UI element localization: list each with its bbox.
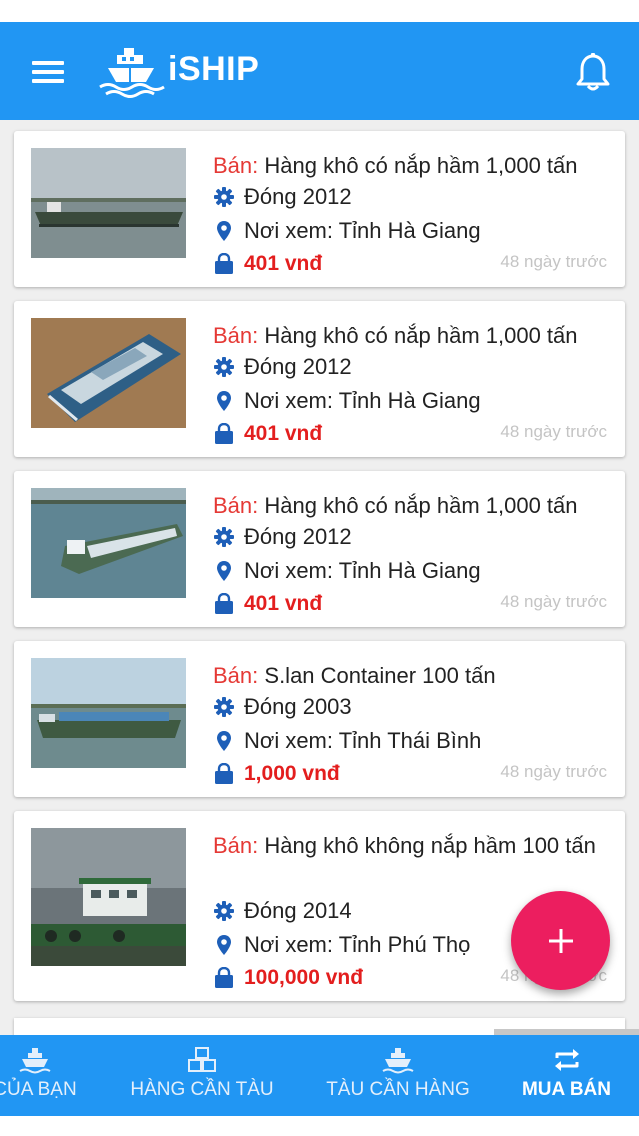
tab-tau-can-hang[interactable]: TÀU CẦN HÀNG — [318, 1035, 478, 1116]
tab-label: CỦA BẠN — [0, 1079, 77, 1100]
build-year: Đóng 2012 — [244, 354, 352, 379]
location-row: Nơi xem: Tỉnh Hà Giang — [213, 388, 481, 414]
shopping-bag-icon — [213, 762, 235, 785]
sell-label: Bán: — [213, 833, 259, 858]
build-year-row: Đóng 2012 — [213, 354, 352, 380]
cargo-boxes-icon — [186, 1046, 218, 1074]
listing-title-text: Hàng khô có nắp hầm 1,000 tấn — [264, 323, 578, 348]
map-pin-icon — [213, 934, 235, 956]
location: Nơi xem: Tỉnh Phú Thọ — [244, 932, 471, 957]
listing-card[interactable]: Bán: Hàng khô có nắp hầm 1,000 tấn Đóng … — [14, 471, 625, 627]
build-year-row: Đóng 2012 — [213, 524, 352, 550]
tab-label: MUA BÁN — [521, 1079, 611, 1100]
gear-icon — [213, 526, 235, 548]
tab-cua-ban[interactable]: CỦA BẠN — [0, 1035, 110, 1116]
price: 100,000 vnđ — [244, 966, 364, 989]
bell-icon[interactable] — [572, 52, 614, 94]
listing-title: Bán: Hàng khô có nắp hầm 1,000 tấn — [213, 319, 601, 353]
add-listing-button[interactable] — [511, 891, 610, 990]
listing-title-text: Hàng khô không nắp hầm 100 tấn — [264, 833, 596, 858]
gear-icon — [213, 696, 235, 718]
posted-time: 48 ngày trước — [500, 592, 607, 611]
bottom-navigation: CỦA BẠN HÀNG CẦN TÀU TÀU CẦN HÀNG MUA BÁ… — [0, 1035, 639, 1116]
listing-photo — [31, 148, 186, 258]
listing-photo — [31, 488, 186, 598]
location: Nơi xem: Tỉnh Hà Giang — [244, 218, 481, 243]
tab-mua-ban[interactable]: MUA BÁN — [494, 1035, 639, 1116]
location-row: Nơi xem: Tỉnh Hà Giang — [213, 558, 481, 584]
price: 401 vnđ — [244, 252, 323, 275]
posted-time: 48 ngày trước — [500, 252, 607, 271]
listing-title-text: S.lan Container 100 tấn — [264, 663, 496, 688]
gear-icon — [213, 356, 235, 378]
sell-label: Bán: — [213, 323, 259, 348]
shopping-bag-icon — [213, 422, 235, 445]
sell-label: Bán: — [213, 663, 259, 688]
location: Nơi xem: Tỉnh Hà Giang — [244, 558, 481, 583]
price: 1,000 vnđ — [244, 762, 340, 785]
ship-logo-icon — [96, 42, 166, 102]
menu-icon[interactable] — [30, 58, 68, 86]
price: 401 vnđ — [244, 592, 323, 615]
sell-label: Bán: — [213, 493, 259, 518]
map-pin-icon — [213, 560, 235, 582]
build-year-row: Đóng 2003 — [213, 694, 352, 720]
map-pin-icon — [213, 390, 235, 412]
listing-title: Bán: Hàng khô có nắp hầm 1,000 tấn — [213, 489, 601, 523]
listing-photo — [31, 318, 186, 428]
listing-title-text: Hàng khô có nắp hầm 1,000 tấn — [264, 493, 578, 518]
listing-title: Bán: S.lan Container 100 tấn — [213, 659, 601, 693]
listing-card[interactable]: Bán: S.lan Container 100 tấn Đóng 2003 N… — [14, 641, 625, 797]
posted-time: 48 ngày trước — [500, 422, 607, 441]
build-year: Đóng 2012 — [244, 184, 352, 209]
listing-card[interactable]: Bán: Hàng khô có nắp hầm 1,000 tấn Đóng … — [14, 131, 625, 287]
location-row: Nơi xem: Tỉnh Hà Giang — [213, 218, 481, 244]
build-year: Đóng 2012 — [244, 524, 352, 549]
price-row: 1,000 vnđ — [213, 762, 340, 786]
build-year: Đóng 2014 — [244, 898, 352, 923]
listing-card[interactable]: Bán: Hàng khô có nắp hầm 1,000 tấn Đóng … — [14, 301, 625, 457]
price-row: 401 vnđ — [213, 422, 322, 446]
price: 401 vnđ — [244, 422, 323, 445]
location-row: Nơi xem: Tỉnh Phú Thọ — [213, 932, 470, 958]
gear-icon — [213, 900, 235, 922]
location: Nơi xem: Tỉnh Thái Bình — [244, 728, 482, 753]
ship-icon — [19, 1046, 51, 1074]
ship-icon — [382, 1046, 414, 1074]
app-title: iSHIP — [168, 50, 260, 88]
listing-photo — [31, 828, 186, 966]
tab-label: HÀNG CẦN TÀU — [130, 1079, 274, 1100]
tab-label: TÀU CẦN HÀNG — [326, 1079, 470, 1100]
price-row: 401 vnđ — [213, 592, 322, 616]
build-year-row: Đóng 2012 — [213, 184, 352, 210]
build-year: Đóng 2003 — [244, 694, 352, 719]
map-pin-icon — [213, 220, 235, 242]
shopping-bag-icon — [213, 252, 235, 275]
system-nav-area — [0, 1116, 639, 1136]
listing-title-text: Hàng khô có nắp hầm 1,000 tấn — [264, 153, 578, 178]
app-bar: iSHIP — [0, 22, 639, 120]
build-year-row: Đóng 2014 — [213, 898, 352, 924]
listing-title: Bán: Hàng khô có nắp hầm 1,000 tấn — [213, 149, 601, 183]
exchange-icon — [551, 1046, 583, 1074]
sell-label: Bán: — [213, 153, 259, 178]
listing-photo — [31, 658, 186, 768]
gear-icon — [213, 186, 235, 208]
map-pin-icon — [213, 730, 235, 752]
location: Nơi xem: Tỉnh Hà Giang — [244, 388, 481, 413]
shopping-bag-icon — [213, 966, 235, 989]
listing-title: Bán: Hàng khô không nắp hầm 100 tấn — [213, 829, 601, 863]
tab-hang-can-tau[interactable]: HÀNG CẦN TÀU — [122, 1035, 282, 1116]
price-row: 100,000 vnđ — [213, 966, 363, 990]
status-bar — [0, 0, 639, 22]
price-row: 401 vnđ — [213, 252, 322, 276]
location-row: Nơi xem: Tỉnh Thái Bình — [213, 728, 481, 754]
posted-time: 48 ngày trước — [500, 762, 607, 781]
shopping-bag-icon — [213, 592, 235, 615]
